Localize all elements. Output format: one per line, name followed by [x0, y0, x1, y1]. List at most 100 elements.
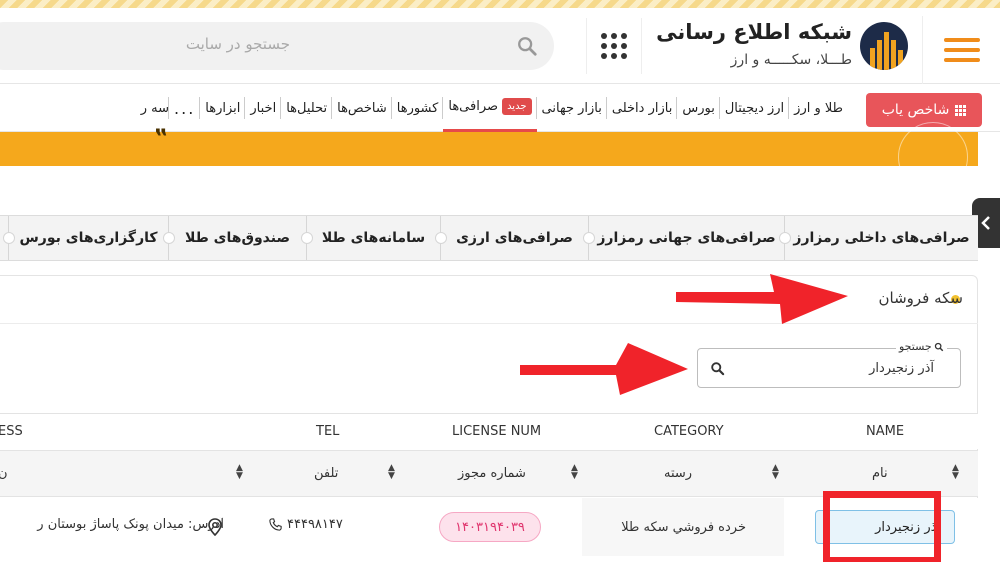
tab-label: صرافی‌های جهانی رمزارز	[597, 230, 776, 246]
tab-separator-dot	[583, 232, 595, 244]
sort-icon[interactable]: ▲ ▼	[236, 464, 243, 481]
chevron-left-icon	[981, 216, 990, 230]
category-tab-row: صرافی‌های داخلی رمزارز صرافی‌های جهانی ر…	[3, 216, 978, 260]
nav-item-tools[interactable]: ابزارها	[200, 84, 246, 132]
tab-currency-exchanges[interactable]: صرافی‌های ارزی	[435, 216, 588, 260]
promo-banner[interactable]: ‟	[0, 122, 978, 192]
nav-item-label: بورس	[682, 100, 715, 116]
nav-item-crypto[interactable]: ارز دیجیتال	[720, 84, 790, 132]
seller-search-label: جستجو	[896, 340, 947, 353]
nav-item-label: سه ر	[140, 100, 170, 116]
tab-separator-dot	[163, 232, 175, 244]
nav-item-analyses[interactable]: تحلیل‌ها	[281, 84, 333, 132]
more-icon: ...	[174, 98, 196, 118]
shakhes-yab-label: شاخص یاب	[881, 102, 950, 118]
tab-bourse-brokers[interactable]: کارگزاری‌های بورس	[3, 216, 168, 260]
nav-item-label: شاخص‌ها	[337, 100, 387, 116]
tab-separator-dot	[779, 232, 791, 244]
quote-mark-icon: ‟	[154, 126, 169, 151]
table-header-en: NAME CATEGORY LICENSE NUM TEL ESS	[0, 413, 978, 449]
arrow-annotation	[520, 343, 688, 395]
tab-separator-dot	[301, 232, 313, 244]
apps-grid-button[interactable]	[586, 18, 642, 74]
site-header: جستجو در سایت شبکه اطلاع رسانی طـــلا، س…	[0, 8, 1000, 84]
nav-items: طلا و ارز ارز دیجیتال بورس بازار داخلی ب…	[136, 84, 848, 132]
search-label-text: جستجو	[899, 340, 932, 353]
nav-item-label: بازار جهانی	[541, 100, 602, 116]
main-nav: طلا و ارز ارز دیجیتال بورس بازار داخلی ب…	[0, 84, 1000, 132]
tab-gold-funds[interactable]: صندوق‌های طلا	[163, 216, 306, 260]
phone-icon	[269, 518, 282, 531]
nav-item-label: طلا و ارز	[794, 100, 843, 116]
nav-item-exchanges[interactable]: صرافی‌ها جدید	[443, 84, 537, 132]
tab-label: کارگزاری‌های بورس	[19, 230, 158, 246]
search-icon[interactable]	[516, 35, 538, 57]
nav-item-label: تحلیل‌ها	[286, 100, 328, 116]
new-badge: جدید	[502, 98, 532, 115]
brand-subtitle: طـــلا، سکـــــه و ارز	[730, 52, 852, 68]
nav-item-domestic-market[interactable]: بازار داخلی	[607, 84, 678, 132]
nav-item-label: صرافی‌ها	[448, 99, 499, 114]
sort-icon[interactable]: ▲ ▼	[571, 464, 578, 481]
col-header-name-fa[interactable]: نام	[872, 466, 888, 481]
brand-title: شبکه اطلاع رسانی	[656, 20, 852, 44]
nav-item-more[interactable]: ...	[169, 84, 201, 132]
license-value: ۱۴۰۳۱۹۴۰۳۹	[455, 519, 525, 535]
col-header-name: NAME	[866, 424, 905, 439]
tab-label: صرافی‌های ارزی	[456, 230, 573, 246]
search-button[interactable]	[698, 349, 736, 387]
nav-item-news[interactable]: اخبار	[245, 84, 282, 132]
seller-search-input[interactable]: آذر زنجیردار	[697, 348, 961, 388]
category-value: خرده فروشي سکه طلا	[621, 520, 746, 535]
col-header-license: LICENSE NUM	[452, 424, 542, 439]
tel-cell[interactable]: ۴۴۴۹۸۱۴۷	[268, 517, 343, 532]
tab-gold-platforms[interactable]: سامانه‌های طلا	[301, 216, 440, 260]
tab-separator-dot	[3, 232, 15, 244]
site-logo[interactable]	[860, 22, 908, 70]
nav-item-countries[interactable]: کشورها	[392, 84, 444, 132]
col-header-tel-fa[interactable]: تلفن	[314, 466, 338, 481]
tab-domestic-crypto-exchanges[interactable]: صرافی‌های داخلی رمزارز	[779, 216, 978, 260]
seller-search-value: آذر زنجیردار	[869, 361, 934, 376]
nav-item-label: بازار داخلی	[611, 100, 673, 116]
col-header-license-fa[interactable]: شماره مجوز	[458, 466, 526, 481]
search-icon	[934, 342, 943, 351]
page: جستجو در سایت شبکه اطلاع رسانی طـــلا، س…	[0, 0, 1000, 562]
nav-item-truncated[interactable]: سه ر	[136, 84, 170, 132]
table-header-fa: نام رسته شماره مجوز تلفن ن ▲ ▼ ▲ ▼ ▲ ▼ ▲ ▼ ▲…	[0, 450, 978, 497]
col-header-category-fa[interactable]: رسته	[664, 466, 692, 481]
hamburger-menu-icon[interactable]	[922, 16, 1000, 84]
address-cell: آدرس: میدان پونک پاساژ بوستان ر	[37, 517, 224, 532]
site-search-input[interactable]: جستجو در سایت	[0, 22, 554, 70]
col-header-tel: TEL	[316, 424, 340, 439]
category-cell: خرده فروشي سکه طلا	[582, 498, 784, 556]
license-number-badge: ۱۴۰۳۱۹۴۰۳۹	[439, 512, 541, 542]
nav-item-bourse[interactable]: بورس	[677, 84, 721, 132]
search-icon	[710, 361, 724, 375]
tel-value: ۴۴۴۹۸۱۴۷	[287, 517, 343, 532]
grid-icon	[601, 33, 627, 59]
sort-icon[interactable]: ▲ ▼	[772, 464, 779, 481]
nav-item-global-market[interactable]: بازار جهانی	[537, 84, 608, 132]
tab-label: سامانه‌های طلا	[321, 230, 426, 246]
col-header-address-fa[interactable]: ن	[0, 466, 8, 481]
shakhes-yab-button[interactable]: شاخص یاب	[866, 93, 982, 127]
banner-decoration	[898, 122, 968, 192]
sort-icon[interactable]: ▲ ▼	[952, 464, 959, 481]
sort-icon[interactable]: ▲ ▼	[388, 464, 395, 481]
tab-separator-dot	[435, 232, 447, 244]
decorative-strip	[0, 0, 1000, 8]
arrow-annotation	[676, 274, 848, 324]
nav-item-gold-currency[interactable]: طلا و ارز	[789, 84, 848, 132]
col-header-address: ESS	[0, 424, 23, 439]
site-search-placeholder: جستجو در سایت	[185, 35, 290, 53]
tab-label: صرافی‌های داخلی رمزارز	[793, 230, 970, 246]
category-tabs: صرافی‌های داخلی رمزارز صرافی‌های جهانی ر…	[0, 215, 978, 261]
tab-global-crypto-exchanges[interactable]: صرافی‌های جهانی رمزارز	[583, 216, 784, 260]
highlight-box-annotation	[823, 491, 941, 562]
card-title: سکه فروشان	[878, 289, 963, 307]
col-header-category: CATEGORY	[654, 424, 724, 439]
nav-item-indices[interactable]: شاخص‌ها	[332, 84, 392, 132]
nav-item-label: اخبار	[250, 100, 277, 116]
table-icon	[955, 104, 967, 116]
